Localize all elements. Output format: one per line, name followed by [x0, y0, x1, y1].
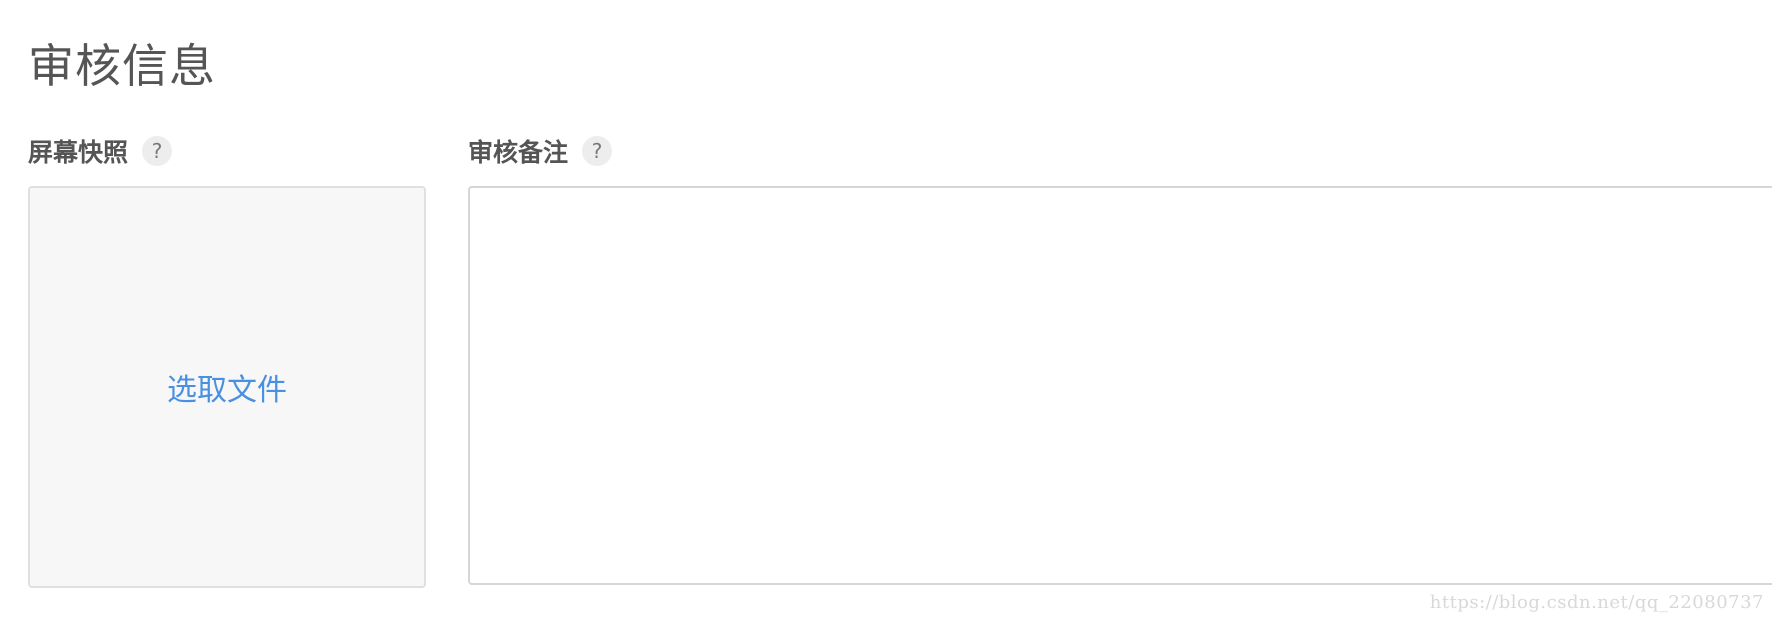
screenshot-help-icon[interactable]: ?	[142, 136, 173, 166]
choose-file-button[interactable]: 选取文件	[167, 365, 287, 409]
notes-field-label-row: 审核备注 ?	[468, 131, 613, 171]
screenshot-field-label: 屏幕快照	[28, 138, 129, 167]
notes-field-label: 审核备注	[468, 138, 569, 167]
notes-help-icon[interactable]: ?	[582, 136, 613, 166]
watermark-text: https://blog.csdn.net/qq_22080737	[1429, 592, 1764, 613]
screenshot-field-label-row: 屏幕快照 ?	[28, 131, 173, 171]
review-info-page: 审核信息 屏幕快照 ? 审核备注 ? 选取文件 https://blog.csd…	[0, 0, 1772, 624]
section-title: 审核信息	[28, 39, 216, 93]
screenshot-upload-dropzone[interactable]: 选取文件	[28, 186, 426, 588]
review-notes-textarea[interactable]	[468, 186, 1772, 585]
